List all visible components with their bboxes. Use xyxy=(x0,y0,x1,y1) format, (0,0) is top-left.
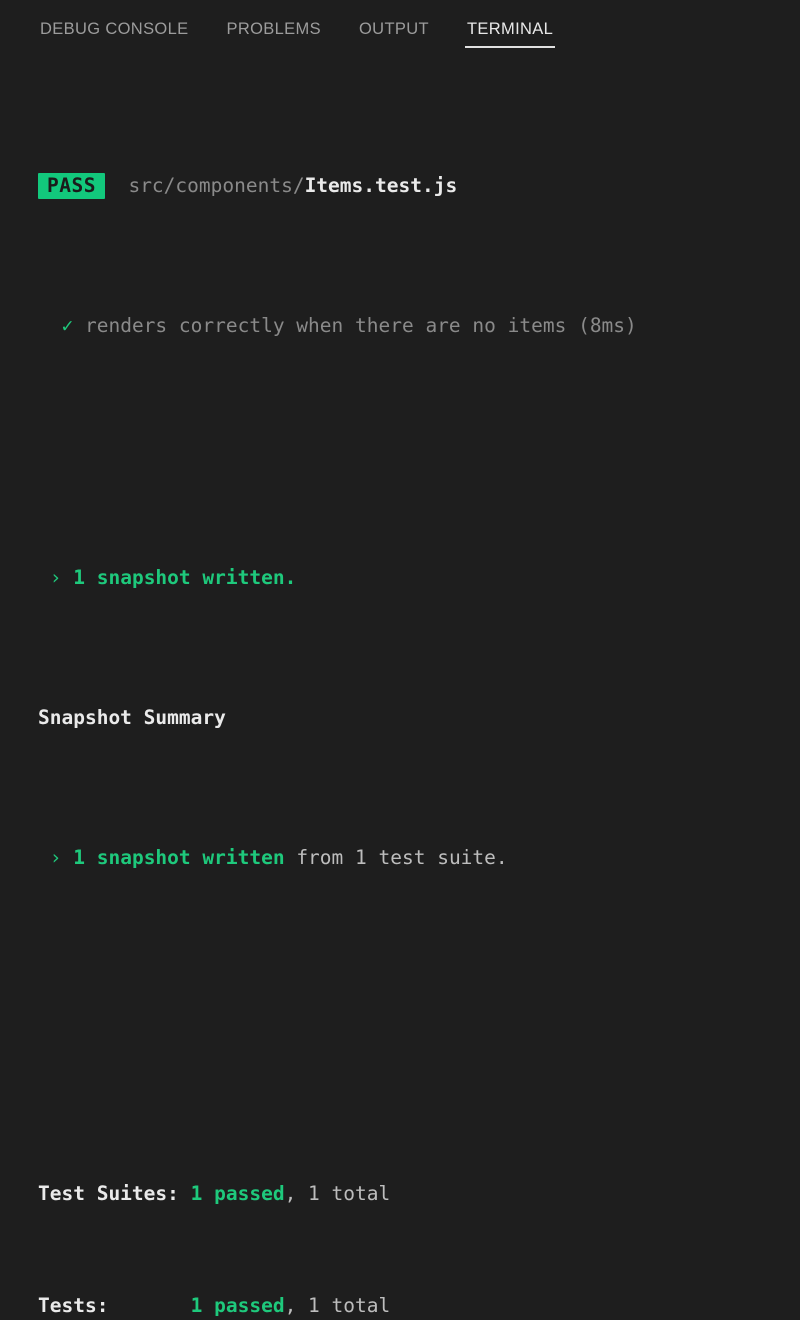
file-name: Items.test.js xyxy=(304,174,458,197)
check-icon: ✓ xyxy=(61,314,74,337)
terminal-panel: DEBUG CONSOLE PROBLEMS OUTPUT TERMINAL P… xyxy=(0,0,800,1317)
tab-terminal[interactable]: TERMINAL xyxy=(464,20,556,48)
status-badge: PASS xyxy=(38,173,105,199)
tab-label: TERMINAL xyxy=(466,20,554,38)
stat-value: 1 passed xyxy=(190,1294,285,1317)
snapshot-written-line: › 1 snapshot written. xyxy=(0,564,800,592)
test-case-name: renders correctly when there are no item… xyxy=(84,314,567,337)
snapshot-summary-highlight: 1 snapshot written xyxy=(73,846,285,869)
file-path-prefix: src/components/ xyxy=(128,174,305,197)
tab-label: PROBLEMS xyxy=(226,20,321,38)
terminal-output[interactable]: PASS src/components/Items.test.js ✓ rend… xyxy=(0,38,800,1320)
stat-value: 1 passed xyxy=(190,1182,285,1205)
tab-problems[interactable]: PROBLEMS xyxy=(225,20,324,48)
snapshot-written-text: 1 snapshot written. xyxy=(73,566,297,589)
stat-suffix: , 1 total xyxy=(284,1182,391,1205)
chevron-right-icon: › xyxy=(49,846,62,869)
stat-label: Test Suites: xyxy=(38,1182,179,1205)
stat-pad xyxy=(179,1182,191,1205)
stat-suffix: , 1 total xyxy=(284,1294,391,1317)
tab-output[interactable]: OUTPUT xyxy=(357,20,431,48)
snapshot-summary-detail-line: › 1 snapshot written from 1 test suite. xyxy=(0,844,800,872)
chevron-right-icon: › xyxy=(49,566,62,589)
snapshot-summary-rest: from 1 test suite. xyxy=(284,846,508,869)
snapshot-summary-heading: Snapshot Summary xyxy=(38,706,226,729)
test-duration: (8ms) xyxy=(578,314,637,337)
stat-row-tests: Tests: 1 passed, 1 total xyxy=(0,1292,800,1320)
test-suite-result-line: PASS src/components/Items.test.js xyxy=(0,172,800,200)
tab-label: OUTPUT xyxy=(359,20,429,38)
stat-label: Tests: xyxy=(38,1294,109,1317)
test-case-line: ✓ renders correctly when there are no it… xyxy=(0,312,800,340)
snapshot-summary-heading-line: Snapshot Summary xyxy=(0,704,800,732)
tab-label: DEBUG CONSOLE xyxy=(40,20,189,38)
stat-row-test-suites: Test Suites: 1 passed, 1 total xyxy=(0,1180,800,1208)
tab-debug-console[interactable]: DEBUG CONSOLE xyxy=(38,20,191,48)
panel-tab-bar: DEBUG CONSOLE PROBLEMS OUTPUT TERMINAL xyxy=(0,0,800,48)
stat-pad xyxy=(108,1294,190,1317)
